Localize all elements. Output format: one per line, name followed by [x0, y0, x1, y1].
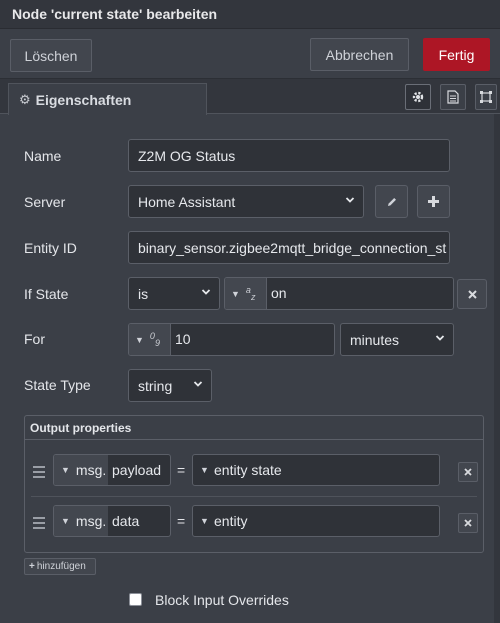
frame-icon — [480, 91, 492, 103]
output-row-1-value-select[interactable]: ▼ entity state — [192, 454, 440, 486]
caret-down-icon: ▼ — [200, 516, 209, 526]
string-type-selector[interactable]: ▼ az — [225, 278, 267, 309]
dialog-title: Node 'current state' bearbeiten — [12, 6, 218, 22]
chevron-down-icon — [201, 289, 211, 295]
number-type-icon: 09 — [149, 331, 160, 348]
document-icon — [447, 90, 459, 104]
add-output-property-button[interactable]: + hinzufügen — [24, 558, 96, 575]
string-type-icon: az — [245, 285, 256, 302]
pencil-icon — [387, 197, 396, 206]
close-icon — [467, 289, 477, 299]
plus-icon — [428, 196, 439, 207]
for-unit-value: minutes — [350, 331, 400, 348]
entity-id-input[interactable]: binary_sensor.zigbee2mqtt_bridge_connect… — [128, 231, 450, 264]
number-type-selector[interactable]: ▼ 09 — [129, 324, 171, 355]
output-row-1-property: payload — [112, 462, 162, 478]
if-state-operator-value: is — [138, 285, 149, 302]
server-label: Server — [24, 194, 66, 210]
output-row-1-property-input[interactable]: ▼ msg. payload — [53, 454, 171, 486]
msg-type-selector[interactable]: ▼ msg. — [54, 506, 108, 536]
remove-output-row-1-button[interactable] — [458, 462, 478, 482]
output-row-2-value: entity — [214, 513, 248, 529]
state-type-value: string — [138, 377, 173, 394]
remove-output-row-2-button[interactable] — [458, 513, 478, 533]
server-select[interactable]: Home Assistant — [128, 185, 364, 218]
caret-down-icon: ▼ — [61, 465, 70, 475]
tab-bar: ⚙ Eigenschaften — [0, 79, 500, 115]
if-state-operator-select[interactable]: is — [128, 277, 220, 310]
msg-type-selector[interactable]: ▼ msg. — [54, 455, 108, 485]
caret-down-icon: ▼ — [61, 516, 70, 526]
done-button[interactable]: Fertig — [423, 38, 490, 71]
output-row-2-value-select[interactable]: ▼ entity — [192, 505, 440, 537]
if-state-value: on — [271, 285, 287, 301]
chevron-down-icon — [435, 335, 445, 341]
for-duration-input[interactable]: ▼ 09 10 — [128, 323, 335, 356]
caret-down-icon: ▼ — [135, 334, 144, 345]
remove-if-state-button[interactable] — [457, 279, 487, 309]
row-divider — [31, 496, 477, 497]
chevron-down-icon — [345, 197, 355, 203]
close-icon — [464, 468, 472, 476]
drag-handle-icon[interactable] — [33, 517, 45, 532]
delete-button[interactable]: Löschen — [10, 39, 92, 72]
output-row-2-property: data — [112, 513, 140, 529]
for-unit-select[interactable]: minutes — [340, 323, 454, 356]
output-row-2-property-input[interactable]: ▼ msg. data — [53, 505, 171, 537]
name-label: Name — [24, 148, 62, 164]
if-state-label: If State — [24, 286, 69, 302]
tab-properties[interactable]: ⚙ Eigenschaften — [8, 83, 207, 115]
equals-sign: = — [177, 462, 186, 478]
edit-server-button[interactable] — [375, 185, 408, 218]
caret-down-icon: ▼ — [200, 465, 209, 475]
scrollbar-track[interactable] — [494, 114, 500, 623]
tab-settings-icon-button[interactable] — [405, 84, 431, 110]
name-input[interactable]: Z2M OG Status — [128, 139, 450, 172]
for-duration-value: 10 — [175, 331, 191, 347]
state-type-select[interactable]: string — [128, 369, 212, 402]
caret-down-icon: ▼ — [231, 288, 240, 299]
close-icon — [464, 519, 472, 527]
equals-sign: = — [177, 513, 186, 529]
drag-handle-icon[interactable] — [33, 466, 45, 481]
plus-icon: + — [29, 561, 35, 572]
tab-description-icon-button[interactable] — [440, 84, 466, 110]
chevron-down-icon — [193, 381, 203, 387]
add-output-property-label: hinzufügen — [36, 561, 86, 572]
for-label: For — [24, 331, 45, 347]
cancel-button[interactable]: Abbrechen — [310, 38, 409, 71]
server-select-value: Home Assistant — [138, 193, 236, 210]
dialog-titlebar: Node 'current state' bearbeiten — [0, 0, 500, 29]
if-state-value-input[interactable]: ▼ az on — [224, 277, 454, 310]
tab-properties-label: Eigenschaften — [35, 91, 132, 108]
output-row-1-value: entity state — [214, 462, 282, 478]
state-type-label: State Type — [24, 377, 91, 393]
add-server-button[interactable] — [417, 185, 450, 218]
block-input-overrides-checkbox[interactable] — [129, 593, 142, 606]
tab-appearance-icon-button[interactable] — [475, 84, 497, 110]
output-properties-list: Output properties ▼ msg. payload = ▼ ent… — [24, 415, 484, 553]
dialog-toolbar: Löschen Abbrechen Fertig — [0, 29, 500, 79]
entity-id-label: Entity ID — [24, 240, 77, 256]
block-input-overrides-label: Block Input Overrides — [155, 592, 289, 608]
gear-icon: ⚙ — [19, 91, 31, 107]
gear-icon — [412, 91, 424, 103]
msg-prefix: msg. — [75, 513, 107, 529]
msg-prefix: msg. — [75, 462, 107, 478]
output-properties-header: Output properties — [25, 416, 483, 440]
